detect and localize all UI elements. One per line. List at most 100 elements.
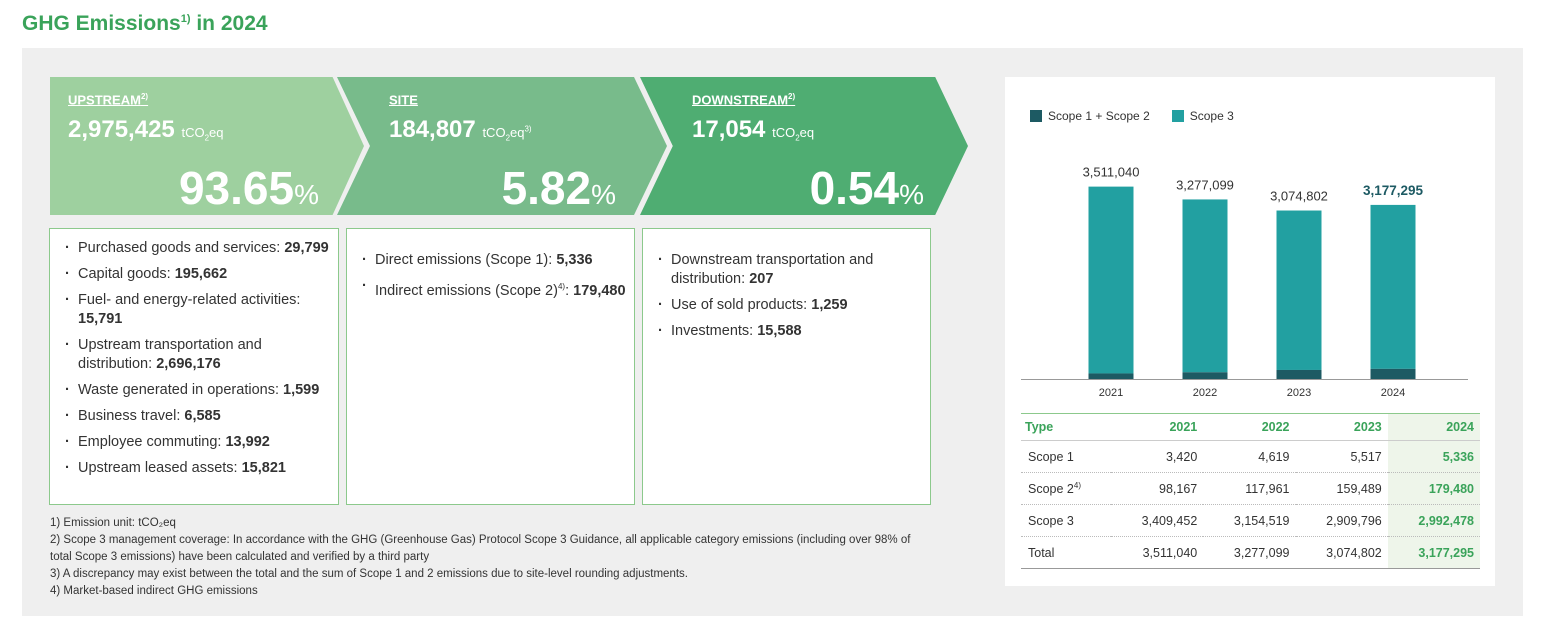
list-item: Use of sold products: 1,259 bbox=[643, 296, 930, 315]
table-cell: 3,511,040 bbox=[1111, 536, 1204, 569]
emissions-table: Type 2021 2022 2023 2024 Scope 1 3,420 4,6… bbox=[1021, 413, 1480, 569]
table-cell: 3,154,519 bbox=[1203, 504, 1296, 537]
list-item-label: Fuel- and energy-related activities: bbox=[78, 292, 301, 308]
site-label: SITE bbox=[389, 92, 418, 108]
upstream-arrow: UPSTREAM2) 2,975,425 tCO2eq 93.65% bbox=[50, 77, 364, 215]
bar-total-label: 3,277,099 bbox=[1176, 177, 1234, 192]
bar-scope3 bbox=[1088, 186, 1134, 374]
footnote: 4) Market-based indirect GHG emissions bbox=[50, 585, 258, 597]
downstream-value: 17,054 tCO2eq bbox=[692, 116, 815, 143]
list-item: Employee commuting: 13,992 bbox=[50, 433, 338, 452]
list-item-value: 29,799 bbox=[284, 240, 329, 256]
list-item-value: 1,259 bbox=[811, 297, 848, 313]
bar-total-label: 3,511,040 bbox=[1083, 165, 1140, 180]
list-item: Investments: 15,588 bbox=[643, 322, 930, 341]
site-percent: 5.82% bbox=[501, 162, 616, 214]
table-cell: 3,177,295 bbox=[1387, 536, 1480, 569]
list-item-value: 13,992 bbox=[225, 434, 270, 450]
table-row-label: Scope 1 bbox=[1021, 440, 1112, 473]
table-row-label: Scope 24) bbox=[1021, 472, 1112, 505]
site-value: 184,807 tCO2eq3) bbox=[389, 116, 532, 143]
table-header-cell: 2021 bbox=[1111, 413, 1204, 441]
chart-card: Scope 1 + Scope 2 Scope 3 3,511,040 2021 3… bbox=[1005, 77, 1495, 586]
table-cell: 5,336 bbox=[1387, 440, 1480, 473]
bar-scope12 bbox=[1370, 368, 1416, 379]
list-item: Business travel: 6,585 bbox=[50, 407, 338, 426]
upstream-value: 2,975,425 tCO2eq bbox=[68, 116, 224, 143]
list-item-label: Direct emissions (Scope 1): bbox=[375, 252, 557, 268]
table-cell: 3,074,802 bbox=[1295, 536, 1388, 569]
list-item-label: Use of sold products: bbox=[671, 297, 812, 313]
bar-scope12 bbox=[1276, 369, 1322, 379]
list-item-value: 5,336 bbox=[556, 252, 593, 268]
table-cell: 2,909,796 bbox=[1295, 504, 1388, 537]
list-item-label: Purchased goods and services: bbox=[78, 240, 285, 256]
footnotes: 1) Emission unit: tCO₂eq 2) Scope 3 mana… bbox=[50, 515, 930, 600]
downstream-arrow: DOWNSTREAM2) 17,054 tCO2eq 0.54% bbox=[640, 77, 968, 215]
site-details: Direct emissions (Scope 1): 5,336 Indirec… bbox=[346, 228, 635, 505]
list-item-label: Capital goods: bbox=[78, 266, 175, 282]
downstream-details: Downstream transportation and distributi… bbox=[642, 228, 931, 505]
bar-scope3 bbox=[1182, 199, 1228, 373]
bar-scope12 bbox=[1088, 373, 1134, 379]
table-header-cell: 2024 bbox=[1387, 413, 1480, 441]
bar-scope12 bbox=[1182, 372, 1228, 379]
table-row: Scope 1 3,420 4,619 5,517 5,336 bbox=[1021, 440, 1480, 473]
table-row: Scope 24) 98,167 117,961 159,489 179,480 bbox=[1021, 472, 1480, 505]
list-item: Upstream transportation and distribution… bbox=[50, 336, 338, 374]
footnote: 1) Emission unit: tCO₂eq bbox=[50, 517, 176, 529]
downstream-percent: 0.54% bbox=[809, 162, 924, 214]
table-header-cell: 2023 bbox=[1295, 413, 1388, 441]
table-cell: 3,409,452 bbox=[1111, 504, 1204, 537]
list-item-value: 195,662 bbox=[174, 266, 228, 282]
table-cell: 5,517 bbox=[1295, 440, 1388, 473]
site-arrow: SITE 184,807 tCO2eq3) 5.82% bbox=[337, 77, 667, 215]
bar-total-label: 3,074,802 bbox=[1270, 189, 1328, 204]
list-item: Waste generated in operations: 1,599 bbox=[50, 381, 338, 400]
list-item-value: 1,599 bbox=[283, 382, 320, 398]
table-cell: 179,480 bbox=[1387, 472, 1480, 505]
table-row-label: Scope 3 bbox=[1021, 504, 1112, 537]
x-tick-label: 2021 bbox=[1099, 387, 1123, 399]
table-cell: 117,961 bbox=[1203, 472, 1296, 505]
upstream-percent: 93.65% bbox=[178, 162, 319, 214]
list-item-value: 207 bbox=[749, 271, 774, 287]
table-cell: 3,277,099 bbox=[1203, 536, 1296, 569]
list-item: Purchased goods and services: 29,799 bbox=[50, 239, 338, 258]
x-tick-label: 2023 bbox=[1287, 387, 1311, 399]
table-cell: 4,619 bbox=[1203, 440, 1296, 473]
bar-scope3 bbox=[1276, 210, 1322, 370]
footnote-ref: 4) bbox=[557, 282, 566, 291]
list-item: Downstream transportation and distributi… bbox=[643, 251, 930, 289]
table-cell: 3,420 bbox=[1111, 440, 1204, 473]
list-item: Fuel- and energy-related activities: 15,… bbox=[50, 291, 338, 329]
list-item: Capital goods: 195,662 bbox=[50, 265, 338, 284]
list-item-value: 2,696,176 bbox=[156, 356, 221, 372]
table-cell: 98,167 bbox=[1111, 472, 1204, 505]
x-tick-label: 2022 bbox=[1193, 387, 1217, 399]
list-item-label: Upstream leased assets: bbox=[78, 460, 242, 476]
footnote-ref: 4) bbox=[1073, 480, 1081, 490]
x-tick-label: 2024 bbox=[1381, 387, 1405, 399]
table-cell: 2,992,478 bbox=[1387, 504, 1480, 537]
table-row: Scope 3 3,409,452 3,154,519 2,909,796 2,992,… bbox=[1021, 504, 1480, 537]
list-item-value: 15,588 bbox=[757, 323, 802, 339]
table-cell: 159,489 bbox=[1295, 472, 1388, 505]
bar-scope3 bbox=[1370, 204, 1416, 369]
upstream-label: UPSTREAM2) bbox=[68, 92, 149, 108]
list-item-value: 179,480 bbox=[573, 282, 626, 299]
list-item-value: 6,585 bbox=[184, 408, 221, 424]
list-item: Indirect emissions (Scope 2)4): 179,480 bbox=[347, 277, 634, 301]
table-row-label: Total bbox=[1021, 536, 1112, 569]
list-item-label: Business travel: bbox=[78, 408, 185, 424]
list-item-label: Indirect emissions (Scope 2) bbox=[375, 282, 558, 299]
page-title: GHG Emissions1) in 2024 bbox=[22, 12, 268, 35]
list-item: Upstream leased assets: 15,821 bbox=[50, 459, 338, 478]
table-header-cell: Type bbox=[1021, 413, 1112, 441]
list-item-value: 15,821 bbox=[241, 460, 286, 476]
list-item-label: Waste generated in operations: bbox=[78, 382, 284, 398]
list-item-label: Investments: bbox=[671, 323, 758, 339]
table-row: Total 3,511,040 3,277,099 3,074,802 3,177,29… bbox=[1021, 536, 1480, 569]
list-item-value: 15,791 bbox=[78, 311, 123, 327]
footnote: 3) A discrepancy may exist between the t… bbox=[50, 568, 688, 580]
